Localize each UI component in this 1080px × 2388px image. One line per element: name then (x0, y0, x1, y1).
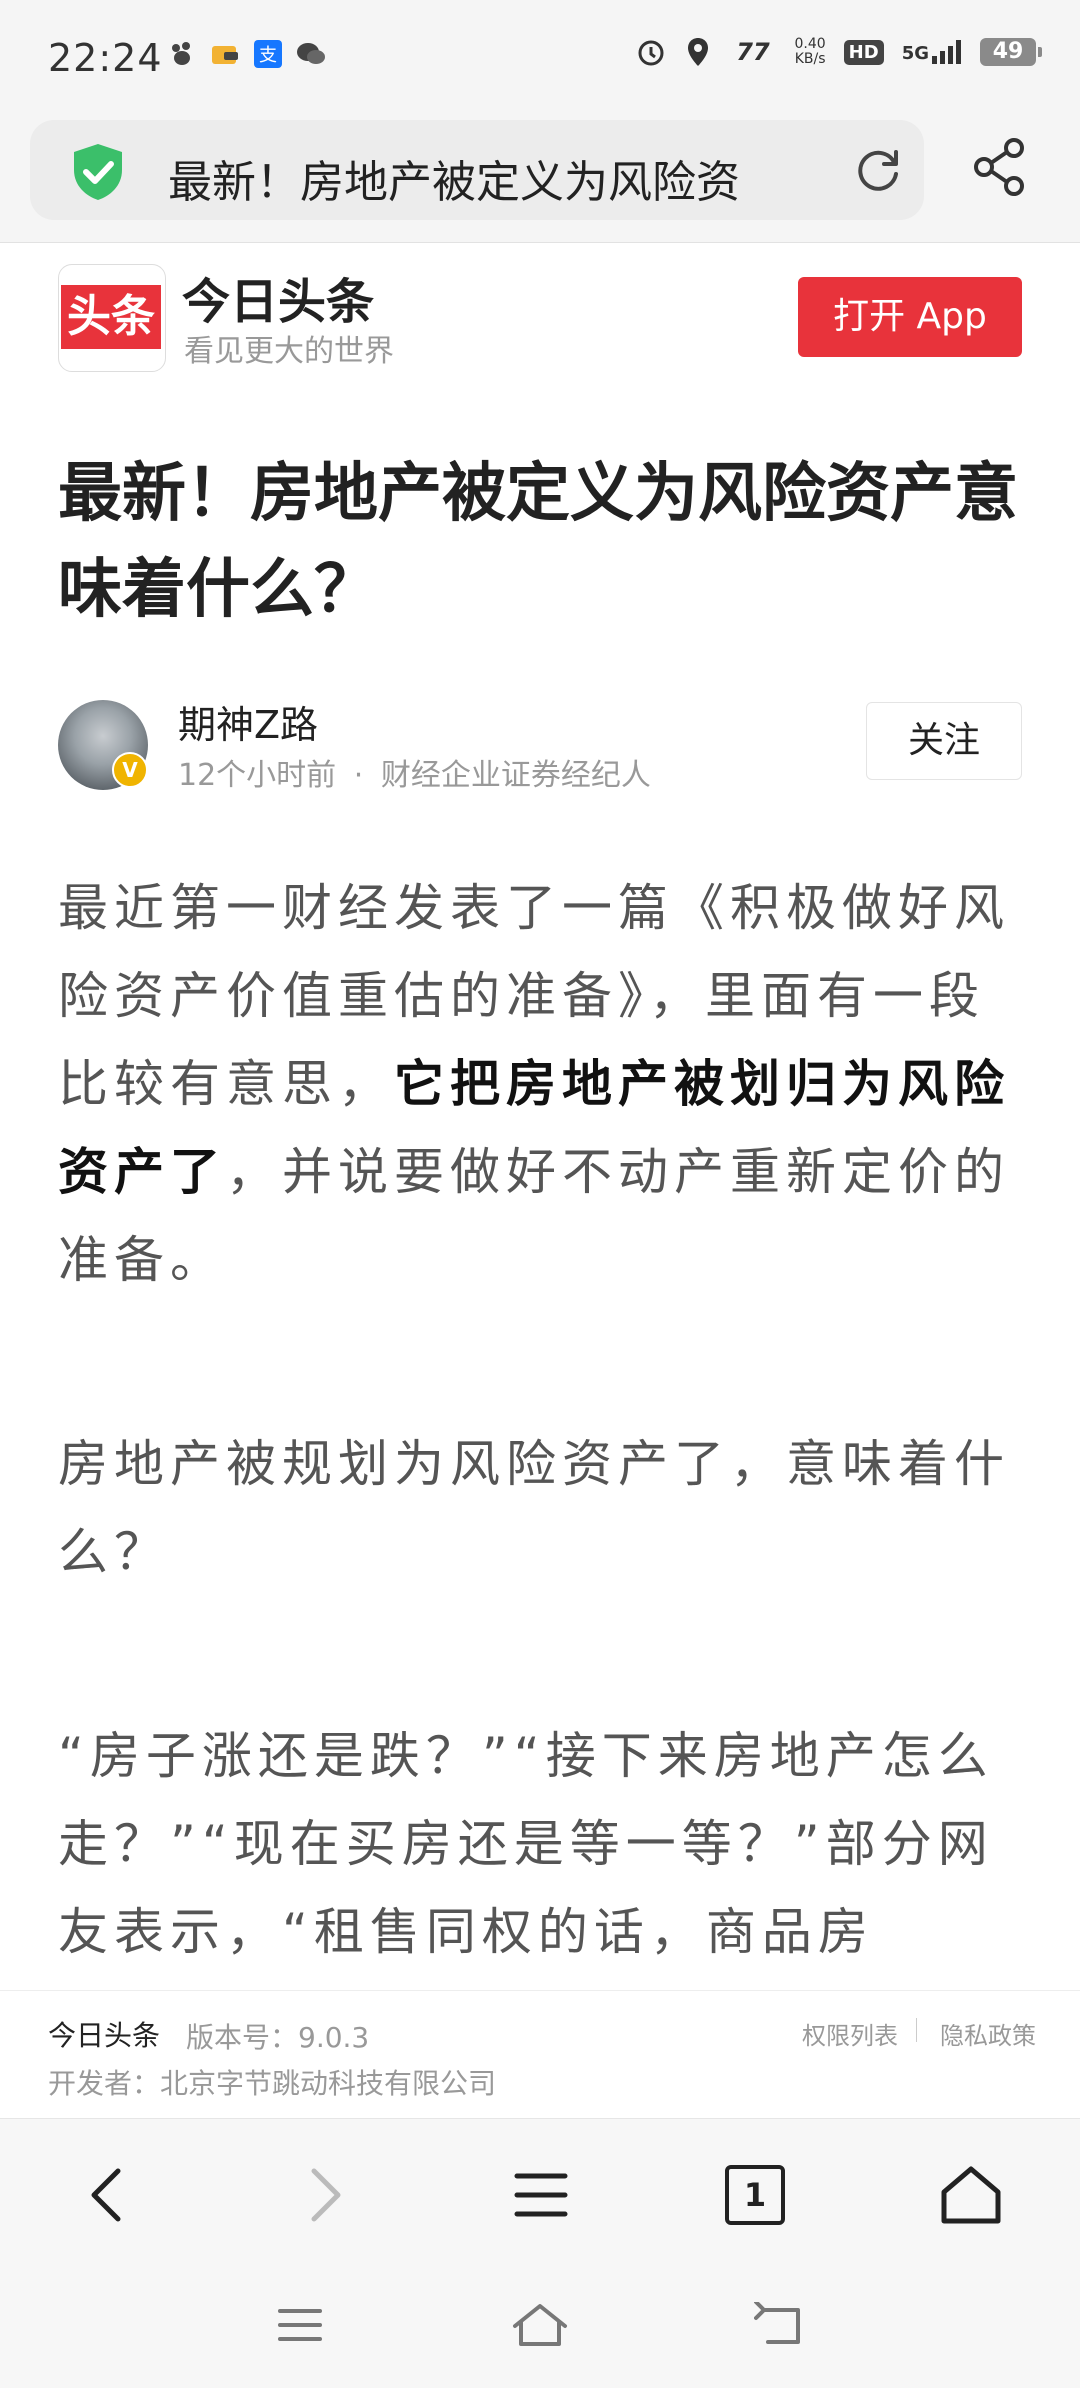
forward-icon (311, 2168, 341, 2222)
author-role: 财经企业证券经纪人 (380, 758, 651, 793)
tabs-icon: 1 (725, 2165, 785, 2225)
net-speed: 0.40 KB/s (794, 36, 826, 67)
open-app-button[interactable]: 打开 App (798, 277, 1022, 357)
author-name[interactable]: 期神Z路 (178, 694, 318, 749)
url-title[interactable]: 最新！房地产被定义为风险资 (168, 146, 808, 210)
wallet-icon (212, 46, 238, 64)
info-app-name: 今日头条 (48, 2019, 161, 2052)
menu-button[interactable] (496, 2150, 586, 2240)
system-status-icons: 77 0.40 KB/s HD 5G 49 (635, 36, 1042, 68)
info-developer: 开发者：北京字节跳动科技有限公司 (48, 2067, 497, 2100)
battery-icon: 49 (980, 38, 1042, 66)
cell-signal-icon: 5G (902, 40, 962, 64)
app-slogan: 看见更大的世界 (184, 334, 394, 369)
meta-separator: · (353, 758, 364, 793)
forward-button[interactable] (280, 2150, 370, 2240)
back-icon (91, 2168, 121, 2222)
notification-icons: 支 (168, 40, 326, 68)
app-name: 今日头条 (182, 274, 375, 330)
home-button[interactable] (926, 2150, 1016, 2240)
home-icon (513, 2304, 567, 2346)
home-icon (941, 2166, 1001, 2224)
alipay-icon: 支 (254, 40, 282, 68)
system-home-button[interactable] (505, 2290, 575, 2360)
hd-badge: HD (843, 39, 884, 65)
menu-icon (514, 2173, 568, 2217)
security-shield-icon[interactable] (70, 142, 126, 202)
signal-77-icon: 77 (736, 38, 770, 66)
publish-time: 12个小时前 (178, 758, 337, 793)
share-icon[interactable] (970, 136, 1032, 198)
article-paragraph: “房子涨还是跌？”“接下来房地产怎么走？”“现在买房还是等一等？”部分网友表示，… (58, 1727, 994, 1961)
article-paragraph: 最近第一财经发表了一篇《积极做好风险资产价值重估的准备》，里面有一段比较有意思，… (58, 864, 1024, 1304)
alarm-icon (638, 40, 663, 66)
back-icon (754, 2302, 800, 2344)
location-icon (687, 38, 708, 66)
svg-text:支: 支 (259, 45, 277, 66)
permissions-link[interactable]: 权限列表 (802, 2016, 898, 2051)
svg-text:77: 77 (736, 38, 770, 66)
follow-button[interactable]: 关注 (866, 702, 1022, 780)
article-paragraph: 房地产被规划为风险资产了，意味着什么？ (58, 1435, 1010, 1581)
wechat-icon (297, 43, 325, 64)
system-back-button[interactable] (745, 2290, 815, 2360)
paw-icon (172, 42, 190, 65)
tabs-button[interactable]: 1 (710, 2150, 800, 2240)
reload-icon[interactable] (852, 144, 904, 196)
signal-bars-icon (932, 40, 961, 64)
article-title: 最新！房地产被定义为风险资产意味着什么？ (58, 457, 1018, 627)
author-meta: 12个小时前 · 财经企业证券经纪人 (178, 750, 651, 794)
status-time: 22:24 (48, 36, 163, 80)
info-divider (916, 2018, 917, 2042)
network-type: 5G (901, 43, 929, 64)
recents-button[interactable] (265, 2290, 335, 2360)
info-version: 版本号：9.0.3 (186, 2021, 370, 2054)
app-logo[interactable]: 头条 (58, 264, 166, 372)
recents-icon (278, 2309, 322, 2341)
back-button[interactable] (62, 2150, 152, 2240)
verified-badge: V (112, 752, 148, 788)
app-logo-text: 头条 (61, 285, 161, 349)
privacy-link[interactable]: 隐私政策 (940, 2016, 1036, 2051)
